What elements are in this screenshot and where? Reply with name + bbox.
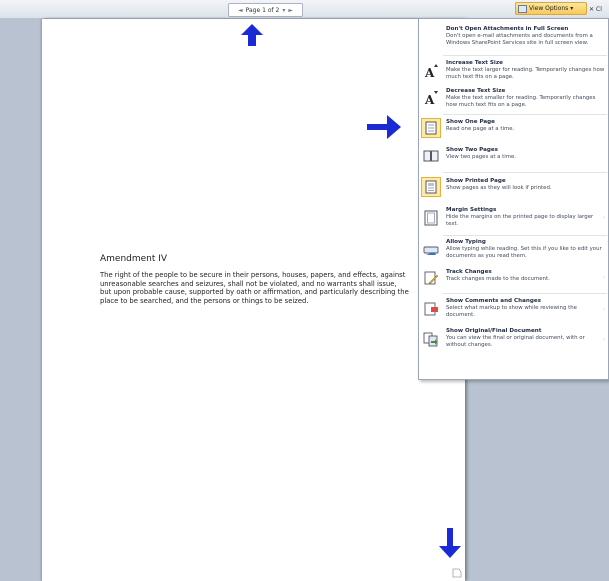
menu-item-title: Margin Settings xyxy=(446,207,497,213)
chevron-down-icon: ▾ xyxy=(570,5,574,12)
close-icon: ✕ xyxy=(589,5,595,13)
menu-divider xyxy=(443,55,607,56)
svg-text:A: A xyxy=(424,93,435,106)
track-changes-icon xyxy=(424,271,439,285)
page-turn-icon[interactable] xyxy=(452,568,462,578)
menu-divider xyxy=(443,293,607,294)
menu-item-show-original-final-document[interactable]: Show Original/Final Document You can vie… xyxy=(419,325,608,355)
close-label: Cl xyxy=(596,5,602,13)
next-page-button[interactable]: ► xyxy=(288,7,293,14)
svg-text:A: A xyxy=(424,66,435,79)
menu-item-title: Don't Open Attachments in Full Screen xyxy=(446,26,569,32)
menu-item-description: Read one page at a time. xyxy=(446,126,515,132)
menu-item-title: Track Changes xyxy=(446,269,492,275)
view-options-label: View Options xyxy=(529,5,569,12)
menu-item-description: Allow typing while reading. Set this if … xyxy=(446,246,602,259)
menu-item-description: View two pages at a time. xyxy=(446,154,517,160)
submenu-chevron-icon: › xyxy=(603,307,605,313)
menu-item-description: Hide the margins on the printed page to … xyxy=(446,214,594,227)
page-indicator: Page 1 of 2 xyxy=(245,6,280,14)
two-pages-icon xyxy=(423,150,439,162)
menu-item-show-two-pages[interactable]: Show Two Pages View two pages at a time. xyxy=(419,144,608,170)
menu-item-show-comments-and-changes[interactable]: Show Comments and Changes Select what ma… xyxy=(419,295,608,325)
submenu-chevron-icon: › xyxy=(603,275,605,281)
menu-divider xyxy=(443,172,607,173)
typing-icon xyxy=(423,246,439,255)
menu-item-description: Track changes made to the document. xyxy=(446,276,550,282)
document-heading: Amendment IV xyxy=(100,254,168,264)
page-dropdown-icon[interactable]: ▾ xyxy=(282,7,285,14)
menu-item-description: Make the text larger for reading. Tempor… xyxy=(446,67,605,80)
menu-item-description: Show pages as they will look if printed. xyxy=(446,185,552,191)
page-navigator[interactable]: ◄ Page 1 of 2 ▾ ► xyxy=(228,3,303,17)
menu-item-dont-open-attachments[interactable]: Don't Open Attachments in Full Screen Do… xyxy=(419,23,608,51)
view-options-menu: Don't Open Attachments in Full Screen Do… xyxy=(418,18,609,380)
menu-item-title: Decrease Text Size xyxy=(446,88,506,94)
arrow-right-icon xyxy=(367,115,401,139)
original-final-icon xyxy=(423,332,438,347)
menu-item-margin-settings[interactable]: Margin Settings Hide the margins on the … xyxy=(419,203,608,233)
menu-item-title: Show Comments and Changes xyxy=(446,298,541,304)
menu-item-description: Make the text smaller for reading. Tempo… xyxy=(446,95,596,108)
menu-item-description: You can view the final or original docum… xyxy=(446,335,585,348)
menu-divider xyxy=(443,235,607,236)
menu-item-track-changes[interactable]: Track Changes Track changes made to the … xyxy=(419,267,608,291)
view-options-button[interactable]: View Options ▾ xyxy=(515,2,587,15)
arrow-up-icon xyxy=(241,24,263,46)
menu-item-allow-typing[interactable]: Allow Typing Allow typing while reading.… xyxy=(419,237,608,266)
menu-item-decrease-text-size[interactable]: A Decrease Text Size Make the text small… xyxy=(419,85,608,113)
document-body: The right of the people to be secure in … xyxy=(100,271,409,306)
menu-item-show-printed-page[interactable]: Show Printed Page Show pages as they wil… xyxy=(419,174,608,201)
increase-text-icon: A xyxy=(424,64,438,79)
submenu-chevron-icon: › xyxy=(603,337,605,343)
menu-item-show-one-page[interactable]: Show One Page Read one page at a time. xyxy=(419,116,608,142)
menu-item-description: Select what markup to show while reviewi… xyxy=(446,305,577,318)
margin-icon xyxy=(424,210,438,226)
close-button[interactable]: ✕ Cl xyxy=(589,3,609,15)
menu-item-increase-text-size[interactable]: A Increase Text Size Make the text large… xyxy=(419,57,608,85)
submenu-chevron-icon: › xyxy=(603,215,605,221)
menu-item-title: Show One Page xyxy=(446,119,495,125)
comments-icon xyxy=(424,302,438,316)
reading-toolbar: ◄ Page 1 of 2 ▾ ► View Options ▾ ✕ Cl xyxy=(0,0,609,19)
printed-page-icon xyxy=(425,180,437,194)
arrow-down-icon xyxy=(439,528,461,558)
menu-item-title: Show Original/Final Document xyxy=(446,328,542,334)
menu-divider xyxy=(443,114,607,115)
decrease-text-icon: A xyxy=(424,91,438,106)
one-page-icon xyxy=(425,121,437,135)
menu-item-description: Don't open e-mail attachments and docume… xyxy=(446,33,593,46)
menu-item-title: Increase Text Size xyxy=(446,60,503,66)
menu-item-title: Show Two Pages xyxy=(446,147,498,153)
previous-page-button[interactable]: ◄ xyxy=(238,7,243,14)
menu-item-title: Allow Typing xyxy=(446,239,486,245)
menu-item-title: Show Printed Page xyxy=(446,178,506,184)
view-options-icon xyxy=(518,4,527,13)
